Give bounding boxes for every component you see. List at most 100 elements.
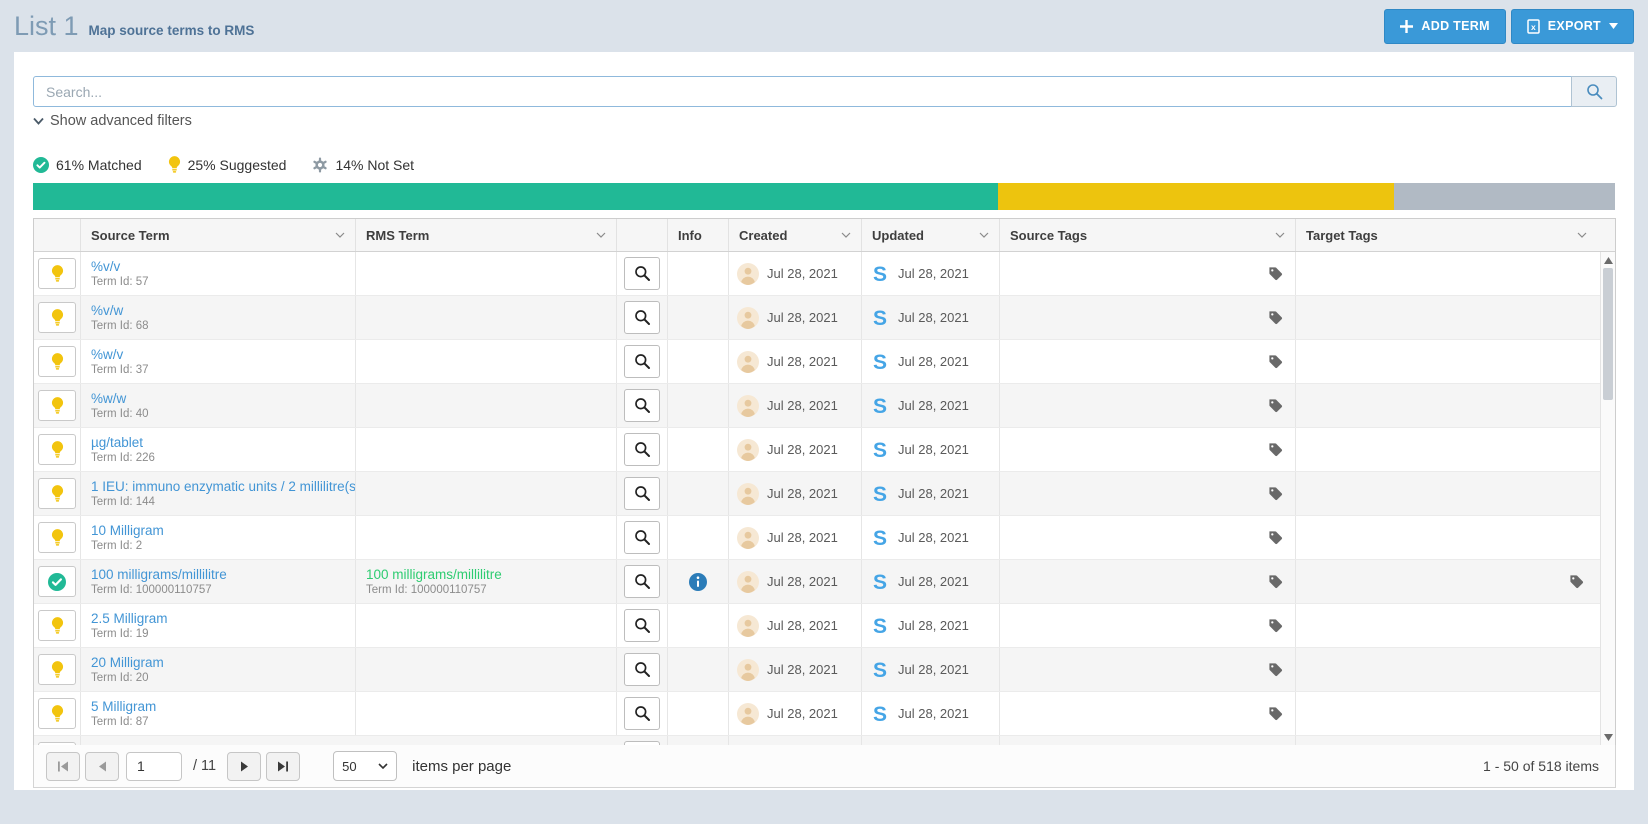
source-term-link[interactable]: %w/w — [91, 391, 126, 406]
scroll-up-icon[interactable] — [1604, 257, 1613, 264]
export-button[interactable]: x EXPORT — [1510, 8, 1634, 44]
status-button[interactable] — [38, 566, 76, 597]
svg-text:S: S — [873, 439, 887, 461]
table-scrollbar[interactable] — [1600, 252, 1615, 746]
status-button[interactable] — [38, 522, 76, 553]
source-tag-icon[interactable] — [1268, 486, 1283, 501]
source-term-link[interactable]: 5 Milligram — [91, 699, 156, 714]
search-button[interactable] — [1571, 76, 1617, 107]
first-page-button[interactable] — [46, 751, 80, 781]
source-term-id: Term Id: 57 — [91, 276, 149, 288]
source-term-link[interactable]: µg/tablet — [91, 435, 143, 450]
page-size-select[interactable]: 50 — [333, 751, 398, 781]
updated-cell: S Jul 28, 2021 — [862, 252, 1000, 295]
rms-term-link[interactable]: 100 milligrams/millilitre — [366, 567, 502, 582]
lookup-button[interactable] — [624, 521, 660, 554]
created-date: Jul 28, 2021 — [767, 266, 838, 281]
source-term-link[interactable]: 2.5 Milligram — [91, 611, 168, 626]
source-tag-icon[interactable] — [1268, 354, 1283, 369]
updated-cell: S Jul 28, 2021 — [862, 384, 1000, 427]
status-button[interactable] — [38, 302, 76, 333]
scroll-down-icon[interactable] — [1604, 734, 1613, 741]
lookup-button[interactable] — [624, 389, 660, 422]
target-tags-cell — [1296, 340, 1615, 383]
status-button[interactable] — [38, 610, 76, 641]
show-advanced-filters-toggle[interactable]: Show advanced filters — [33, 113, 192, 129]
target-tags-cell — [1296, 692, 1615, 735]
source-tag-icon[interactable] — [1268, 574, 1283, 589]
header-target-tags[interactable]: Target Tags — [1296, 219, 1615, 251]
status-cell — [34, 472, 81, 515]
rms-term-cell: 100 milligrams/millilitre Term Id: 10000… — [356, 560, 617, 603]
prev-page-button[interactable] — [85, 751, 119, 781]
sort-chevron-icon[interactable] — [1577, 232, 1587, 238]
source-tag-icon[interactable] — [1268, 618, 1283, 633]
source-term-link[interactable]: 20 Milligram — [91, 655, 164, 670]
status-button[interactable] — [38, 346, 76, 377]
source-term-link[interactable]: %v/w — [91, 303, 123, 318]
next-page-button[interactable] — [227, 751, 262, 781]
lookup-button[interactable] — [624, 565, 660, 598]
add-term-button[interactable]: ADD TERM — [1384, 8, 1506, 44]
created-date: Jul 28, 2021 — [767, 662, 838, 677]
lookup-button[interactable] — [624, 257, 660, 290]
status-button[interactable] — [38, 390, 76, 421]
scrollbar-thumb[interactable] — [1603, 268, 1613, 400]
last-page-button[interactable] — [266, 751, 301, 781]
source-term-link[interactable]: 10 Milligram — [91, 523, 164, 538]
magnifier-icon — [634, 618, 650, 633]
sort-chevron-icon[interactable] — [1275, 232, 1285, 238]
source-term-link[interactable]: 1 IEU: immuno enzymatic units / 2 millil… — [91, 479, 355, 494]
status-button[interactable] — [38, 434, 76, 465]
source-tag-icon[interactable] — [1268, 662, 1283, 677]
source-term-link[interactable]: %v/v — [91, 259, 120, 274]
sort-chevron-icon[interactable] — [979, 232, 989, 238]
info-icon[interactable] — [689, 572, 707, 591]
sort-chevron-icon[interactable] — [596, 232, 606, 238]
creator-avatar-icon — [737, 438, 759, 461]
status-button[interactable] — [38, 478, 76, 509]
status-button[interactable] — [38, 654, 76, 685]
sort-chevron-icon[interactable] — [841, 232, 851, 238]
source-tag-icon[interactable] — [1268, 706, 1283, 721]
lookup-button[interactable] — [624, 301, 660, 334]
source-tag-icon[interactable] — [1268, 266, 1283, 281]
source-tags-cell — [1000, 516, 1296, 559]
info-cell — [668, 560, 729, 603]
source-tag-icon[interactable] — [1268, 530, 1283, 545]
source-tag-icon[interactable] — [1268, 310, 1283, 325]
info-cell — [668, 296, 729, 339]
info-cell — [668, 516, 729, 559]
updated-date: Jul 28, 2021 — [898, 662, 969, 677]
status-button[interactable] — [38, 698, 76, 729]
lookup-button[interactable] — [624, 477, 660, 510]
search-input[interactable] — [33, 76, 1572, 107]
source-tag-icon[interactable] — [1268, 398, 1283, 413]
lookup-button[interactable] — [624, 433, 660, 466]
source-term-link[interactable]: 100 milligrams/millilitre — [91, 567, 227, 582]
rms-term-cell — [356, 604, 617, 647]
source-term-link[interactable]: %w/v — [91, 347, 123, 362]
info-cell — [668, 428, 729, 471]
lookup-button[interactable] — [624, 653, 660, 686]
updated-cell: S Jul 28, 2021 — [862, 296, 1000, 339]
source-term-id: Term Id: 20 — [91, 672, 149, 684]
page-number-input[interactable] — [126, 751, 182, 781]
target-tag-icon[interactable] — [1569, 574, 1584, 589]
header-source-tags[interactable]: Source Tags — [1000, 219, 1296, 251]
sort-chevron-icon[interactable] — [335, 232, 345, 238]
target-tags-cell — [1296, 428, 1615, 471]
header-rms-term[interactable]: RMS Term — [356, 219, 617, 251]
lookup-button[interactable] — [624, 697, 660, 730]
first-page-icon — [58, 761, 68, 771]
export-file-icon: x — [1527, 18, 1540, 34]
header-source-term[interactable]: Source Term — [81, 219, 356, 251]
source-tag-icon[interactable] — [1268, 442, 1283, 457]
magnifier-icon — [634, 706, 650, 721]
header-updated[interactable]: Updated — [862, 219, 1000, 251]
header-created[interactable]: Created — [729, 219, 862, 251]
updated-date: Jul 28, 2021 — [898, 310, 969, 325]
lookup-button[interactable] — [624, 345, 660, 378]
lookup-button[interactable] — [624, 609, 660, 642]
status-button[interactable] — [38, 258, 76, 289]
